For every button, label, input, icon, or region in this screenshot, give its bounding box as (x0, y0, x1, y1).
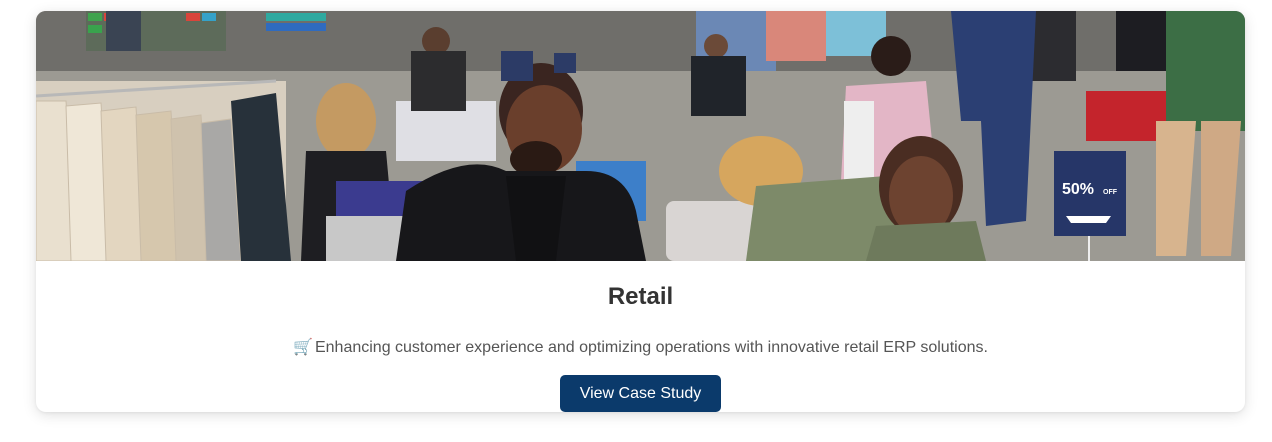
hero-image: 50% OFF (36, 11, 1245, 261)
case-study-card: 50% OFF Retail 🛒 Enhancing customer exper… (36, 11, 1245, 412)
shopping-cart-icon: 🛒 (293, 339, 313, 356)
card-title: Retail (607, 283, 674, 310)
sale-sign-text: 50% (1062, 181, 1094, 198)
view-case-study-button[interactable]: View Case Study (560, 375, 721, 412)
card-description-line: 🛒 Enhancing customer experience and optim… (36, 337, 1245, 357)
sale-sign-suffix: OFF (1103, 189, 1118, 196)
card-description: Enhancing customer experience and optimi… (314, 339, 988, 356)
